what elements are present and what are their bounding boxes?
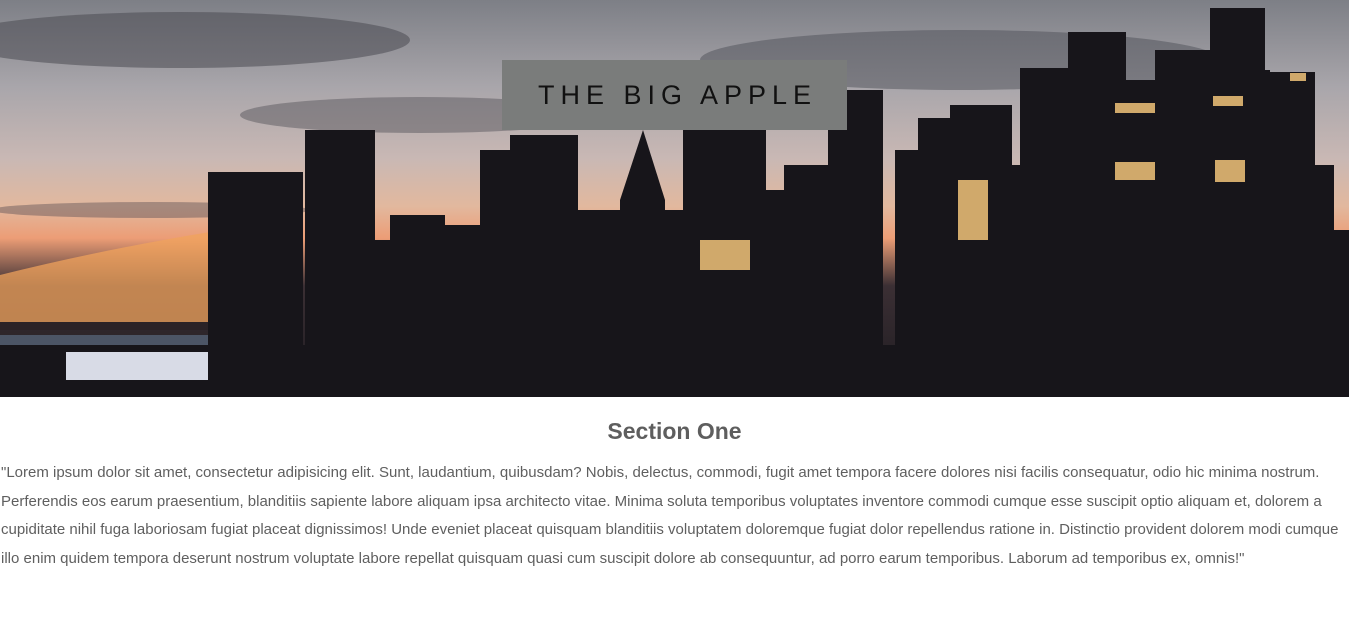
section-heading: Section One: [607, 418, 742, 444]
title-banner: THE BIG APPLE: [502, 60, 847, 130]
site-title: THE BIG APPLE: [537, 79, 818, 110]
section-body-text: "Lorem ipsum dolor sit amet, consectetur…: [1, 464, 1339, 567]
hero-banner: THE BIG APPLE: [0, 0, 1349, 397]
section-one: Section One "Lorem ipsum dolor sit amet,…: [0, 417, 1349, 573]
